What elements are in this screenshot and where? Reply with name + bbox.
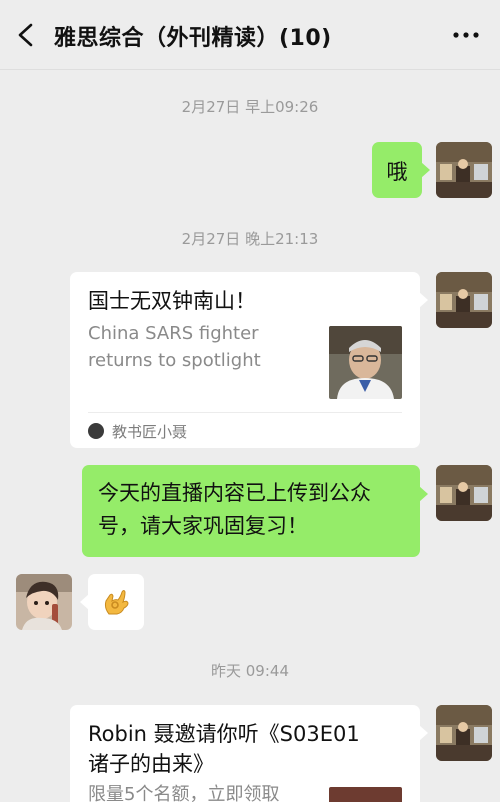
- chevron-left-icon[interactable]: [14, 22, 38, 48]
- invite-title-line: Robin 聂邀请你听《S03E01: [88, 722, 360, 746]
- bubble-tail: [421, 162, 430, 178]
- avatar-other[interactable]: [16, 574, 72, 630]
- timestamp: 2月27日 晚上21:13: [181, 230, 319, 248]
- more-dots-icon[interactable]: [452, 30, 480, 40]
- article-desc-line: China SARS fighter: [88, 323, 259, 344]
- article-card[interactable]: 国士无双钟南山！ China SARS fighter returns to s…: [70, 272, 420, 448]
- ok-hand-emoji-icon: [104, 590, 129, 615]
- article-source: 教书匠小聂: [112, 423, 188, 441]
- timestamp: 2月27日 早上09:26: [181, 98, 319, 116]
- invite-title-line: 诸子的由来》: [88, 752, 214, 776]
- invite-thumbnail: [329, 787, 402, 802]
- bubble-tail: [419, 486, 428, 502]
- chat-header: 雅思综合（外刊精读）(10): [0, 0, 500, 70]
- bubble-tail: [419, 292, 428, 308]
- article-thumbnail: [329, 326, 402, 399]
- article-desc-line: returns to spotlight: [88, 350, 261, 371]
- bubble-tail: [419, 725, 428, 741]
- avatar-self[interactable]: [436, 142, 492, 198]
- message-bubble-other[interactable]: [88, 574, 144, 630]
- invite-card[interactable]: Robin 聂邀请你听《S03E01 诸子的由来》 限量5个名额，立即领取: [70, 705, 420, 802]
- invite-desc: 限量5个名额，立即领取: [88, 784, 280, 802]
- article-title: 国士无双钟南山！: [88, 289, 256, 313]
- message-bubble-self[interactable]: 今天的直播内容已上传到公众 号，请大家巩固复习！: [82, 465, 420, 557]
- message-bubble-self[interactable]: 哦: [372, 142, 422, 198]
- message-text: 号，请大家巩固复习！: [98, 514, 308, 538]
- avatar-self[interactable]: [436, 272, 492, 328]
- card-divider: [88, 412, 402, 413]
- avatar-self[interactable]: [436, 705, 492, 761]
- message-text: 哦: [386, 160, 408, 184]
- message-text: 今天的直播内容已上传到公众: [98, 481, 371, 505]
- source-avatar-icon: [88, 423, 104, 439]
- timestamp: 昨天 09:44: [211, 662, 289, 680]
- chat-title: 雅思综合（外刊精读）(10): [54, 26, 332, 51]
- avatar-self[interactable]: [436, 465, 492, 521]
